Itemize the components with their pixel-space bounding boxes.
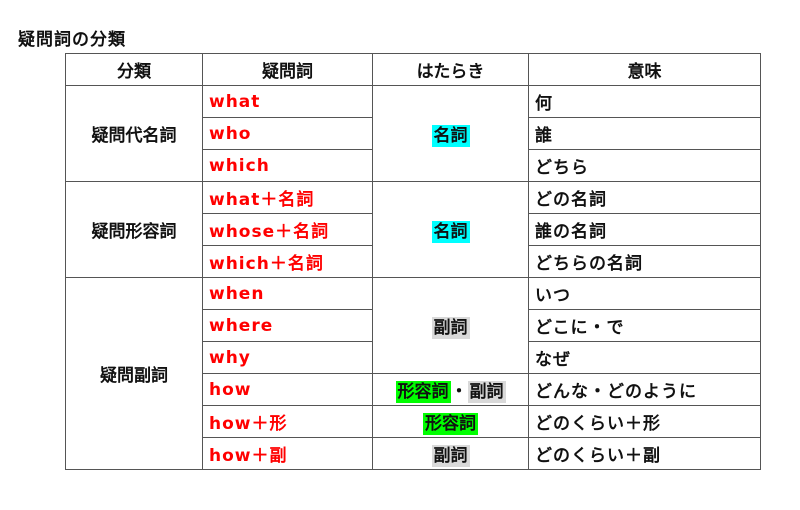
meaning-cell: 誰の名詞 [528,213,761,246]
word-cell: why [202,341,373,374]
table-row: 疑問副詞 when 副詞 いつ [65,277,761,470]
word-cell: what [202,85,373,118]
word-cell: how＋副 [202,437,373,470]
meaning-cell: どちら [528,149,761,182]
table-row: 疑問形容詞 what＋名詞 名詞 どの名詞 [65,181,761,278]
function-badge-adverb: 副詞 [467,381,506,403]
header-category: 分類 [65,53,203,86]
word-cell: when [202,277,373,310]
function-badge-adverb: 副詞 [431,317,470,339]
page-title: 疑問詞の分類 [18,30,126,50]
meaning-cell: なぜ [528,341,761,374]
header-meaning: 意味 [528,53,761,86]
table-row: 疑問代名詞 what 名詞 何 [65,85,761,182]
meaning-cell: どちらの名詞 [528,245,761,278]
meaning-cell: どの名詞 [528,181,761,214]
function-badge-adjective: 形容詞 [395,381,451,403]
function-badge-noun: 名詞 [431,221,470,243]
interrogatives-table: 分類 疑問詞 はたらき 意味 疑問代名詞 what 名詞 何 who 誰 whi… [65,53,761,470]
function-badge-noun: 名詞 [431,125,470,147]
function-cell: 名詞 [372,181,529,278]
meaning-cell: どのくらい＋形 [528,405,761,438]
word-cell: where [202,309,373,342]
category-cell: 疑問形容詞 [65,181,203,278]
function-cell: 副詞 [372,437,529,470]
header-row: 分類 疑問詞 はたらき 意味 [65,53,761,86]
function-cell: 名詞 [372,85,529,182]
category-cell: 疑問代名詞 [65,85,203,182]
meaning-cell: どこに・で [528,309,761,342]
meaning-cell: 誰 [528,117,761,150]
function-cell: 副詞 [372,277,529,374]
word-cell: how＋形 [202,405,373,438]
category-cell: 疑問副詞 [65,277,203,470]
word-cell: what＋名詞 [202,181,373,214]
header-word: 疑問詞 [202,53,373,86]
word-cell: which＋名詞 [202,245,373,278]
meaning-cell: いつ [528,277,761,310]
function-badge-adverb: 副詞 [431,445,470,467]
meaning-cell: どのくらい＋副 [528,437,761,470]
header-function: はたらき [372,53,529,86]
word-cell: whose＋名詞 [202,213,373,246]
meaning-cell: 何 [528,85,761,118]
function-badge-adjective: 形容詞 [423,413,478,435]
meaning-cell: どんな・どのように [528,373,761,406]
separator: ・ [450,382,468,402]
word-cell: how [202,373,373,406]
function-cell: 形容詞 [372,405,529,438]
word-cell: which [202,149,373,182]
function-cell: 形容詞・副詞 [372,373,529,406]
word-cell: who [202,117,373,150]
